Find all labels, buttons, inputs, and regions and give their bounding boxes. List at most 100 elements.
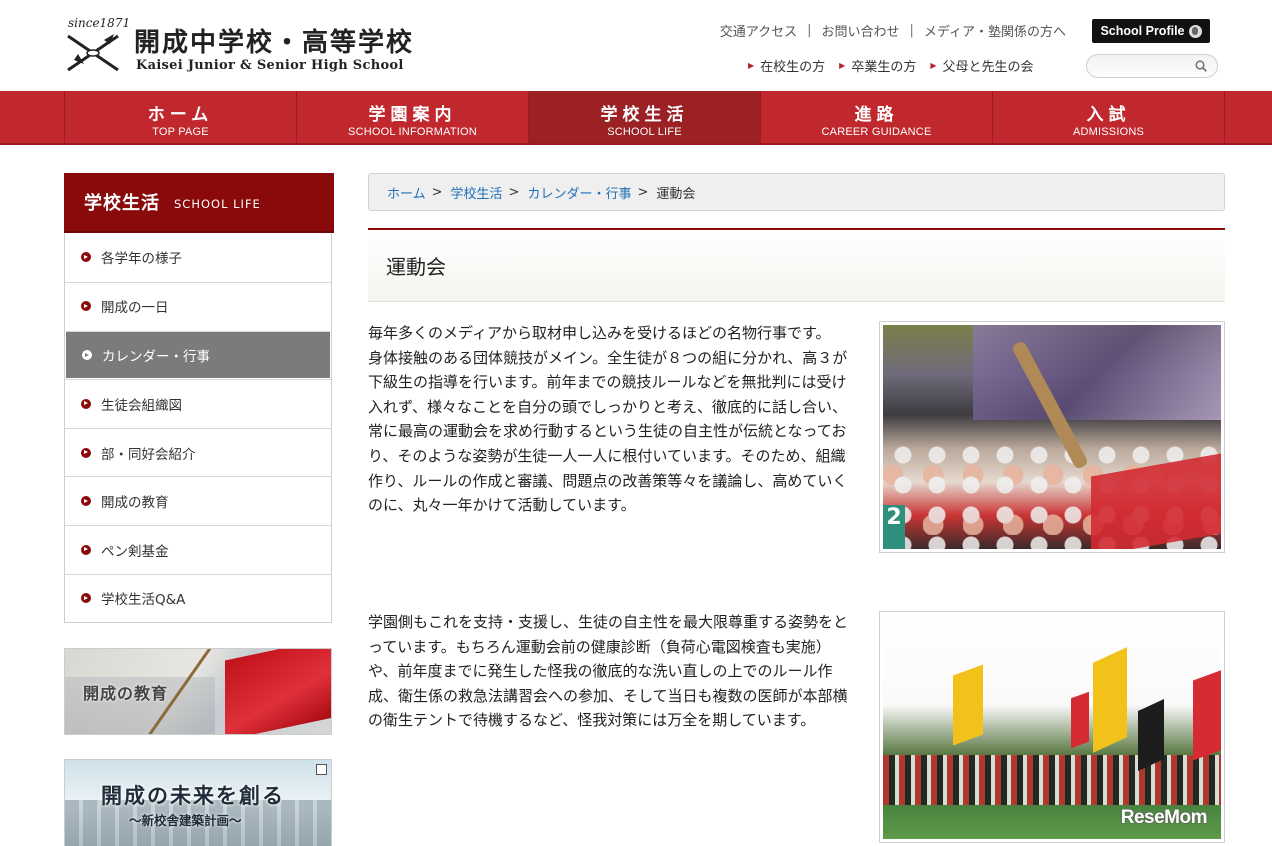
- mural-graphic: [973, 325, 1221, 420]
- students-link-label: 在校生の方: [760, 60, 826, 75]
- alumni-link[interactable]: ▶ 卒業生の方: [839, 56, 916, 75]
- intro-paragraph: 毎年多くのメディアから取材申し込みを受けるほどの名物行事です。 身体接触のある団…: [368, 321, 850, 518]
- nav-school-information[interactable]: 学園案内 SCHOOL INFORMATION: [296, 91, 528, 143]
- sidebar-item-label: カレンダー・行事: [102, 349, 210, 366]
- site-header: since1871 開成中学校・高等学校 Kaisei Junior & Sen…: [0, 0, 1272, 91]
- breadcrumb-separator: >: [637, 184, 649, 200]
- intro-paragraph-line-2: 身体接触のある団体競技がメイン。全生徒が８つの組に分かれ、高３が下級生の指導を行…: [368, 348, 848, 515]
- sports-festival-photo-1: 2: [879, 321, 1225, 553]
- search-icon[interactable]: [1195, 60, 1207, 72]
- photo-image: 2: [883, 325, 1221, 549]
- sidebar-item-label: 開成の教育: [101, 495, 169, 512]
- sidebar-title-ja: 学校生活: [84, 193, 160, 214]
- sidebar-item-label: 各学年の様子: [101, 251, 182, 268]
- breadcrumb: ホーム > 学校生活 > カレンダー・行事 > 運動会: [368, 173, 1225, 211]
- globe-icon: [1188, 24, 1202, 38]
- sidebar-item-label: 部・同好会紹介: [101, 446, 196, 463]
- sidebar-item-label: 生徒会組織図: [101, 397, 182, 414]
- breadcrumb-calendar-events[interactable]: カレンダー・行事: [527, 183, 631, 202]
- yellow-flag-graphic: [1093, 647, 1127, 753]
- breadcrumb-home[interactable]: ホーム: [387, 183, 426, 202]
- sidebar-item-qa[interactable]: 学校生活Q&A: [65, 573, 331, 623]
- media-link[interactable]: メディア・塾関係の方へ: [924, 21, 1066, 40]
- sidebar-item-student-council[interactable]: 生徒会組織図: [65, 379, 331, 428]
- sidebar-title-en: SCHOOL LIFE: [174, 197, 261, 211]
- alumni-link-label: 卒業生の方: [851, 60, 917, 75]
- student-line-graphic: [883, 755, 1221, 805]
- parents-link[interactable]: ▶ 父母と先生の会: [930, 56, 1033, 75]
- search-input[interactable]: [1097, 55, 1197, 77]
- team-number: 2: [883, 505, 905, 549]
- page-title: 運動会: [368, 228, 1225, 302]
- arrow-bullet-icon: [81, 447, 91, 458]
- pen-sword-emblem-icon: [67, 34, 119, 72]
- contact-link[interactable]: お問い合わせ: [822, 21, 900, 40]
- school-logo[interactable]: since1871 開成中学校・高等学校 Kaisei Junior & Sen…: [64, 16, 424, 78]
- sidebar-item-clubs[interactable]: 部・同好会紹介: [65, 427, 331, 477]
- arrow-bullet-icon: [81, 593, 91, 604]
- breadcrumb-school-life[interactable]: 学校生活: [451, 183, 503, 202]
- triangle-bullet-icon: ▶: [930, 61, 937, 70]
- sidebar-item-label: 開成の一日: [101, 300, 169, 317]
- sidebar-item-daily-schedule[interactable]: 開成の一日: [65, 281, 331, 331]
- triangle-bullet-icon: ▶: [839, 61, 846, 70]
- arrow-bullet-icon: [82, 350, 92, 361]
- nav-divider: [1224, 91, 1225, 143]
- arrow-bullet-icon: [81, 301, 91, 312]
- nav-career-guidance-en: CAREER GUIDANCE: [821, 126, 932, 138]
- since-label: since1871: [68, 16, 131, 30]
- nav-career-guidance[interactable]: 進路 CAREER GUIDANCE: [760, 91, 992, 143]
- school-name-ja: 開成中学校・高等学校: [134, 28, 415, 58]
- intro-paragraph-line-1: 毎年多くのメディアから取材申し込みを受けるほどの名物行事です。: [368, 324, 831, 342]
- search-box: [1086, 54, 1218, 78]
- divider: |: [807, 23, 812, 38]
- nav-school-information-ja: 学園案内: [368, 105, 457, 125]
- school-name-en: Kaisei Junior & Senior High School: [136, 58, 404, 73]
- sidebar-item-grade-life[interactable]: 各学年の様子: [65, 233, 331, 282]
- breadcrumb-current: 運動会: [656, 186, 696, 202]
- education-banner-label: 開成の教育: [83, 684, 169, 703]
- utility-links: 交通アクセス | お問い合わせ | メディア・塾関係の方へ: [720, 21, 1066, 40]
- arrow-bullet-icon: [81, 496, 91, 507]
- access-link[interactable]: 交通アクセス: [720, 21, 797, 40]
- red-flag-graphic: [1071, 691, 1089, 749]
- nav-home[interactable]: ホーム TOP PAGE: [64, 91, 296, 143]
- nav-career-guidance-ja: 進路: [854, 105, 899, 125]
- red-flag-graphic: [225, 649, 331, 734]
- nav-admissions-ja: 入試: [1086, 105, 1131, 125]
- nav-school-life[interactable]: 学校生活 SCHOOL LIFE: [528, 91, 760, 143]
- sports-festival-photo-2: ReseMom: [879, 611, 1225, 843]
- new-building-banner-subtitle: 〜新校舎建築計画〜: [129, 813, 242, 828]
- nav-school-life-ja: 学校生活: [600, 105, 689, 125]
- breadcrumb-separator: >: [508, 184, 520, 200]
- sidebar-item-pen-sword-fund[interactable]: ペン剣基金: [65, 524, 331, 574]
- breadcrumb-separator: >: [431, 184, 443, 200]
- photo-image: ReseMom: [883, 615, 1221, 839]
- external-link-icon: [316, 764, 327, 775]
- black-flag-graphic: [1138, 698, 1164, 772]
- audience-links: ▶ 在校生の方 ▶ 卒業生の方 ▶ 父母と先生の会: [748, 56, 1034, 75]
- school-profile-label: School Profile: [1100, 24, 1185, 38]
- sidebar-heading: 学校生活 SCHOOL LIFE: [64, 173, 334, 233]
- new-building-banner[interactable]: 開成の未来を創る 〜新校舎建築計画〜: [64, 759, 332, 846]
- sidebar-item-label: 学校生活Q&A: [101, 592, 186, 609]
- nav-home-ja: ホーム: [147, 105, 214, 125]
- new-building-banner-title: 開成の未来を創る: [101, 783, 285, 808]
- safety-paragraph: 学園側もこれを支持・支援し、生徒の自主性を最大限尊重する姿勢をとっています。もち…: [368, 613, 849, 730]
- nav-home-en: TOP PAGE: [152, 126, 209, 138]
- school-profile-button[interactable]: School Profile: [1092, 19, 1210, 43]
- watermark-logo: ReseMom: [1120, 807, 1208, 828]
- sidebar-item-education[interactable]: 開成の教育: [65, 476, 331, 525]
- sidebar-menu: 各学年の様子 開成の一日 カレンダー・行事 生徒会組織図 部・同好会紹介 開成の…: [64, 233, 332, 624]
- parents-link-label: 父母と先生の会: [942, 60, 1034, 75]
- yellow-flag-graphic: [953, 664, 983, 746]
- sidebar-item-label: ペン剣基金: [101, 543, 169, 560]
- nav-admissions-en: ADMISSIONS: [1072, 126, 1145, 138]
- arrow-bullet-icon: [81, 544, 91, 555]
- arrow-bullet-icon: [81, 398, 91, 409]
- nav-admissions[interactable]: 入試 ADMISSIONS: [992, 91, 1224, 143]
- students-link[interactable]: ▶ 在校生の方: [748, 56, 825, 75]
- nav-school-information-en: SCHOOL INFORMATION: [348, 126, 477, 138]
- sidebar-item-calendar-events[interactable]: カレンダー・行事: [66, 331, 330, 379]
- education-banner[interactable]: 開成の教育: [64, 648, 332, 735]
